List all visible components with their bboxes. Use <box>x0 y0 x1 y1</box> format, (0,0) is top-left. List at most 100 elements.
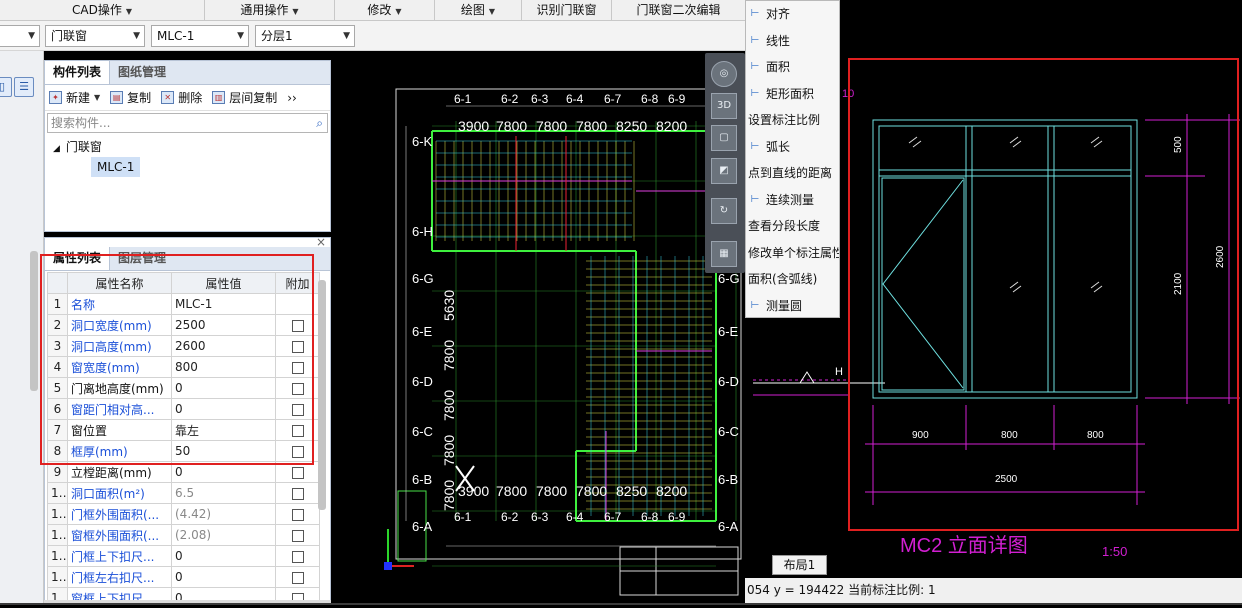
menu-recognize-door-window[interactable]: 识别门联窗 <box>522 0 612 21</box>
menu-modify[interactable]: 修改 ▼ <box>335 0 435 21</box>
table-row[interactable]: 13 门框上下扣尺... 0 <box>47 545 320 567</box>
table-row[interactable]: 2 洞口宽度(mm) 2500 <box>47 314 320 336</box>
more-icon[interactable]: ›› <box>287 91 297 105</box>
tab-property-list[interactable]: 属性列表 <box>45 247 111 270</box>
tab-layout-1[interactable]: 布局1 <box>772 555 827 575</box>
table-row[interactable]: 5 门离地高度(mm) 0 <box>47 377 320 399</box>
copy-button[interactable]: ▤ 复制 <box>110 89 151 106</box>
floor-copy-icon: ▥ <box>212 91 226 104</box>
view-3d-icon[interactable]: 3D <box>711 93 737 119</box>
cad-canvas-plan[interactable]: 6-1 6-2 6-3 6-4 6-7 6-8 6-9 6-1 6-2 6-3 6-4 6-7 6-8 6… <box>336 51 746 603</box>
menu-item-measure-10[interactable]: 面积(含弧线) <box>746 266 839 293</box>
table-row[interactable]: 10 洞口面积(m²) 6.5 <box>47 482 320 504</box>
search-input[interactable]: 搜索构件... ⌕ <box>47 113 328 133</box>
table-row[interactable]: 11 门框外围面积(... (4.42) <box>47 503 320 525</box>
property-value[interactable]: MLC-1 <box>171 293 276 315</box>
row-number: 3 <box>47 335 68 357</box>
menu-door-window-edit[interactable]: 门联窗二次编辑 <box>612 0 745 21</box>
property-value[interactable]: 2500 <box>171 314 276 336</box>
menu-item-measure-3[interactable]: ⊢ 矩形面积 <box>746 81 839 108</box>
table-row[interactable]: 1 名称 MLC-1 <box>47 293 320 315</box>
grid-label-bottom: 6-2 <box>501 510 519 524</box>
view-top-icon[interactable]: ▢ <box>711 125 737 151</box>
property-name: 窗位置 <box>67 419 172 441</box>
menu-draw[interactable]: 绘图 ▼ <box>435 0 522 21</box>
property-value[interactable]: (2.08) <box>171 524 276 546</box>
property-value[interactable]: (4.42) <box>171 503 276 525</box>
collapse-triangle-icon[interactable]: ◢ <box>53 144 60 154</box>
menu-item-measure-0[interactable]: ⊢ 对齐 <box>746 1 839 28</box>
extra-checkbox-cell <box>275 545 320 567</box>
extra-checkbox[interactable] <box>291 550 304 563</box>
menu-item-measure-1[interactable]: ⊢ 线性 <box>746 28 839 55</box>
extra-checkbox[interactable] <box>291 487 304 500</box>
extra-checkbox[interactable] <box>291 508 304 521</box>
extra-checkbox[interactable] <box>291 529 304 542</box>
property-view-icon[interactable]: ☰ <box>14 77 34 97</box>
grid-label-left: 6-K <box>412 134 433 149</box>
extra-checkbox[interactable] <box>291 361 304 374</box>
tab-component-list[interactable]: 构件列表 <box>45 61 111 84</box>
extra-checkbox[interactable] <box>291 466 304 479</box>
table-row[interactable]: 4 窗宽度(mm) 800 <box>47 356 320 378</box>
floor-select[interactable]: ▼ <box>0 25 40 47</box>
extra-checkbox[interactable] <box>291 319 304 332</box>
property-value[interactable]: 0 <box>171 398 276 420</box>
extra-checkbox[interactable] <box>291 403 304 416</box>
menu-cad-ops[interactable]: CAD操作 ▼ <box>0 0 205 21</box>
extra-checkbox[interactable] <box>291 571 304 584</box>
extra-checkbox[interactable] <box>291 445 304 458</box>
table-row[interactable]: 9 立樘距离(mm) 0 <box>47 461 320 483</box>
menu-item-measure-6[interactable]: 点到直线的距离 <box>746 160 839 187</box>
delete-button[interactable]: ✕ 删除 <box>161 89 202 106</box>
extra-checkbox[interactable] <box>291 424 304 437</box>
header-value: 属性值 <box>171 272 276 294</box>
dim-bottom: 7800 <box>576 483 607 499</box>
property-tabs: 属性列表 图层管理 <box>45 247 330 271</box>
layer-select[interactable]: 分层1 ▼ <box>255 25 355 47</box>
menu-item-measure-11[interactable]: ⊢ 测量圆 <box>746 293 839 320</box>
extra-checkbox[interactable] <box>291 382 304 395</box>
view-side-icon[interactable]: ◩ <box>711 158 737 184</box>
tree-node-door-window[interactable]: ◢ 门联窗 <box>53 137 330 157</box>
menu-item-measure-5[interactable]: ⊢ 弧长 <box>746 134 839 161</box>
tree-node-mlc-1[interactable]: MLC-1 <box>91 157 141 177</box>
left-scrollbar[interactable] <box>30 251 38 391</box>
orbit-icon[interactable]: ◎ <box>711 61 737 87</box>
table-row[interactable]: 6 窗距门相对高... 0 <box>47 398 320 420</box>
table-row[interactable]: 12 窗框外围面积(... (2.08) <box>47 524 320 546</box>
tab-drawing-management[interactable]: 图纸管理 <box>110 61 174 84</box>
menu-item-measure-2[interactable]: ⊢ 面积 <box>746 54 839 81</box>
table-row[interactable]: 3 洞口高度(mm) 2600 <box>47 335 320 357</box>
menu-item-measure-9[interactable]: 修改单个标注属性 <box>746 240 839 267</box>
property-value[interactable]: 6.5 <box>171 482 276 504</box>
rotate-icon[interactable]: ↻ <box>711 198 737 224</box>
property-scrollbar[interactable] <box>318 280 326 510</box>
property-value[interactable]: 2600 <box>171 335 276 357</box>
property-value[interactable]: 0 <box>171 545 276 567</box>
category-select[interactable]: 门联窗 ▼ <box>45 25 145 47</box>
panel-toggle-icon[interactable]: ▯ <box>0 77 12 97</box>
menu-general-ops[interactable]: 通用操作 ▼ <box>205 0 335 21</box>
element-select[interactable]: MLC-1 ▼ <box>151 25 249 47</box>
property-value[interactable]: 800 <box>171 356 276 378</box>
property-value[interactable]: 0 <box>171 566 276 588</box>
table-row[interactable]: 7 窗位置 靠左 <box>47 419 320 441</box>
menu-item-measure-7[interactable]: ⊢ 连续测量 <box>746 187 839 214</box>
close-icon[interactable]: × <box>316 238 326 249</box>
menu-item-measure-4[interactable]: 设置标注比例 <box>746 107 839 134</box>
property-value[interactable]: 50 <box>171 440 276 462</box>
property-value[interactable]: 0 <box>171 377 276 399</box>
tab-layer-management[interactable]: 图层管理 <box>110 247 174 270</box>
search-icon[interactable]: ⌕ <box>316 114 323 132</box>
grid-label-right: 6-B <box>718 472 738 487</box>
new-button[interactable]: ✦ 新建 ▼ <box>49 89 100 106</box>
grid-icon[interactable]: ▦ <box>711 241 737 267</box>
property-value[interactable]: 0 <box>171 461 276 483</box>
property-value[interactable]: 靠左 <box>171 419 276 441</box>
table-row[interactable]: 14 门框左右扣尺... 0 <box>47 566 320 588</box>
table-row[interactable]: 8 框厚(mm) 50 <box>47 440 320 462</box>
menu-item-measure-8[interactable]: 查看分段长度 <box>746 213 839 240</box>
floor-copy-button[interactable]: ▥ 层间复制 <box>212 89 277 106</box>
extra-checkbox[interactable] <box>291 340 304 353</box>
